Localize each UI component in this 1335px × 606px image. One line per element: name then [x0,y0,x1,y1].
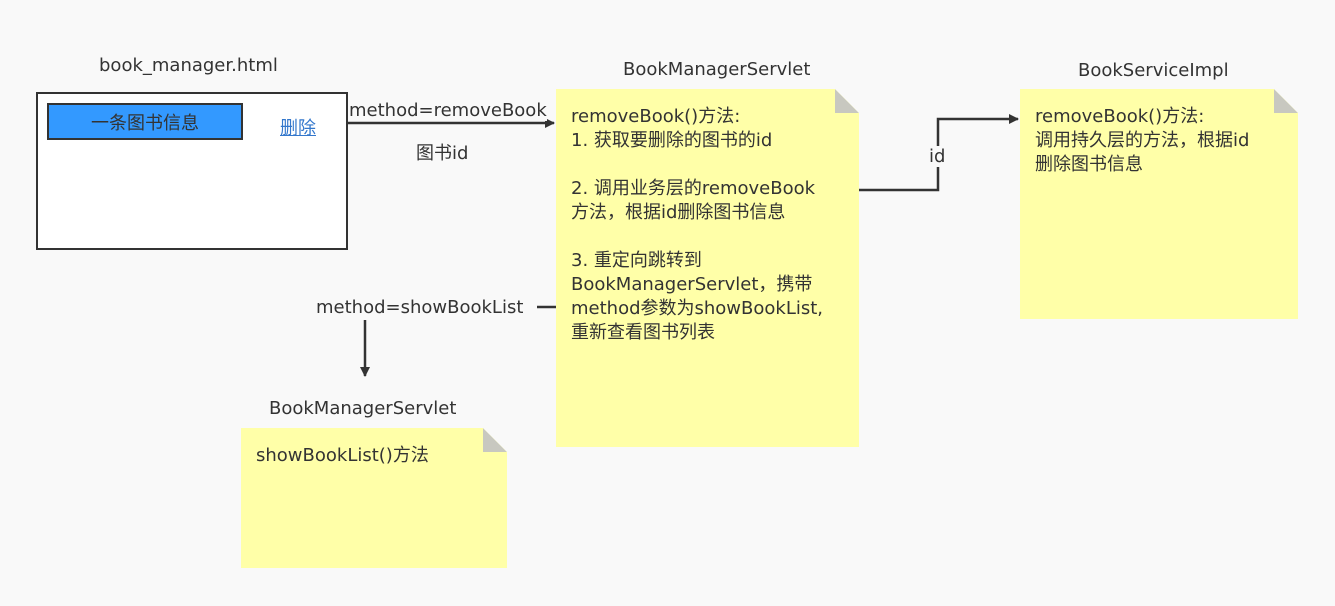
note-line: BookManagerServlet，携带 [571,274,813,295]
edge-label-show-method: method=showBookList [316,297,524,318]
note-line: method参数为showBookList, [571,298,824,319]
note-line: 重新查看图书列表 [571,322,715,343]
note-line: 调用持久层的方法，根据id [1035,130,1250,151]
service-impl-note: removeBook()方法: 调用持久层的方法，根据id 删除图书信息 [1020,89,1298,319]
note-line [571,153,845,177]
note-line: removeBook()方法: [571,106,741,127]
servlet-show-note: showBookList()方法 [241,428,507,568]
note-line: showBookList()方法 [256,445,429,466]
edge-label-id: id [929,146,946,167]
note-line: removeBook()方法: [1035,106,1205,127]
note-line: 2. 调用业务层的removeBook [571,178,816,199]
servlet-remove-note: removeBook()方法: 1. 获取要删除的图书的id 2. 调用业务层的… [556,89,859,447]
note-line: 3. 重定向跳转到 [571,250,702,271]
edge-label-remove-param: 图书id [416,143,469,164]
note-line [571,225,845,249]
edge-label-remove-method: method=removeBook [349,100,547,121]
note-line: 删除图书信息 [1035,154,1143,175]
note-line: 方法，根据id删除图书信息 [571,202,786,223]
note-line: 1. 获取要删除的图书的id [571,130,773,151]
